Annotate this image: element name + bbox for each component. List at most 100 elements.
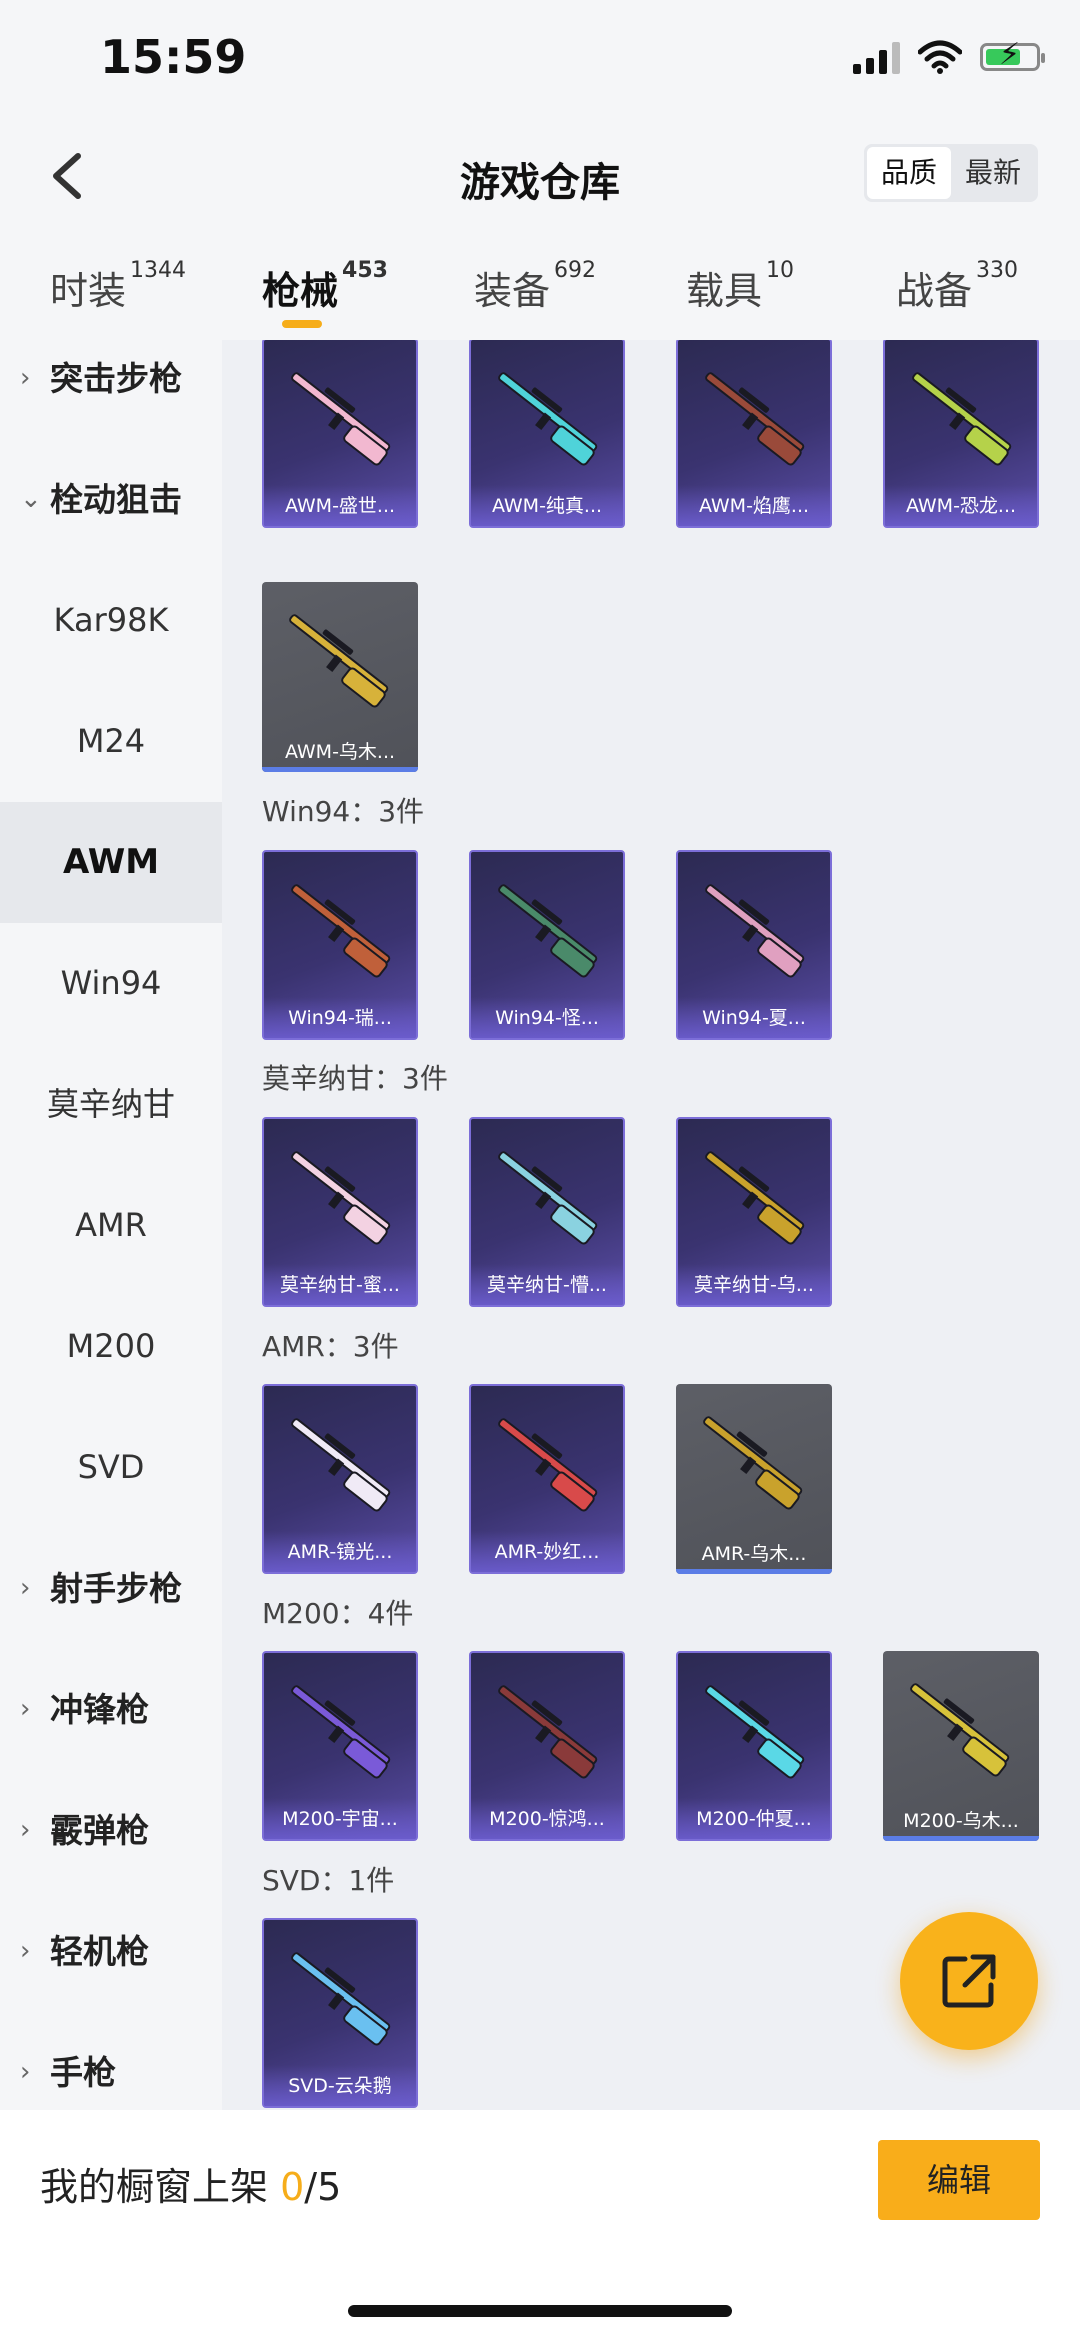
weapon-skin-card[interactable]: AWM-恐龙... [883, 340, 1039, 528]
section-title: M200：4件 [262, 1597, 414, 1630]
weapon-skin-card[interactable]: 莫辛纳甘-蜜... [262, 1117, 418, 1307]
sidebar-item[interactable]: M200 [0, 1286, 222, 1407]
sidebar-item[interactable]: 莫辛纳甘 [0, 1044, 222, 1165]
tab-equipment[interactable]: 装备 692 [474, 258, 596, 315]
weapon-skin-card[interactable]: AMR-乌木... [676, 1384, 832, 1574]
rifle-icon [910, 1683, 1010, 1777]
rifle-icon [291, 372, 391, 466]
weapon-skin-card[interactable]: 莫辛纳甘-懵... [469, 1117, 625, 1307]
weapon-skin-card[interactable]: AWM-乌木... [262, 582, 418, 772]
sort-by-newest-button[interactable]: 最新 [951, 147, 1035, 199]
weapon-skin-card[interactable]: Win94-夏... [676, 850, 832, 1040]
wifi-icon [918, 40, 962, 74]
weapon-skin-card[interactable]: Win94-瑞... [262, 850, 418, 1040]
sidebar-item[interactable]: › 冲锋枪 [0, 1649, 222, 1770]
rifle-icon [498, 1418, 598, 1512]
chevron-right-icon: › [20, 1573, 31, 1603]
tab-label: 时装 [50, 269, 127, 313]
weapon-skin-name: M200-仲夏... [678, 1798, 830, 1839]
sidebar-item-label: 射手步枪 [50, 1569, 182, 1608]
sidebar-item-label: 栓动狙击 [50, 480, 182, 519]
sidebar-item-label: 霰弹枪 [50, 1811, 149, 1850]
sidebar-item-label: 莫辛纳甘 [46, 1085, 175, 1123]
share-button[interactable] [900, 1912, 1038, 2050]
chevron-right-icon: › [20, 363, 31, 393]
tab-vehicles[interactable]: 载具 10 [686, 258, 794, 315]
active-tab-indicator [282, 320, 322, 328]
sidebar-item-label: SVD [77, 1448, 145, 1486]
tab-label: 枪械 [262, 269, 339, 313]
sidebar-item-label: Win94 [60, 964, 162, 1002]
sidebar-item[interactable]: › 突击步枪 [0, 340, 222, 439]
rarity-bar [676, 1569, 832, 1574]
weapon-skin-card[interactable]: M200-惊鸿... [469, 1651, 625, 1841]
app-header: 游戏仓库 品质 最新 [0, 120, 1080, 230]
weapon-skin-card[interactable]: Win94-怪... [469, 850, 625, 1040]
weapon-skin-card[interactable]: M200-仲夏... [676, 1651, 832, 1841]
chevron-down-icon: ⌄ [20, 484, 42, 514]
showcase-label: 我的橱窗上架 [40, 2165, 281, 2209]
battery-icon: ⚡ [980, 40, 1045, 71]
weapon-skin-card[interactable]: AWM-盛世... [262, 340, 418, 528]
cellular-signal-icon [853, 40, 900, 74]
section-title: Win94：3件 [262, 795, 425, 828]
sidebar-item[interactable]: SVD [0, 1407, 222, 1528]
weapon-skin-card[interactable]: SVD-云朵鹅 [262, 1918, 418, 2108]
rifle-icon [291, 1151, 391, 1245]
weapon-skin-card[interactable]: M200-宇宙... [262, 1651, 418, 1841]
edit-button[interactable]: 编辑 [878, 2140, 1040, 2220]
rifle-icon [498, 1685, 598, 1779]
tab-fashion[interactable]: 时装 1344 [50, 258, 186, 315]
weapon-skin-name: AMR-镜光... [264, 1531, 416, 1572]
rifle-icon [705, 1685, 805, 1779]
weapon-skin-grid: AWM-盛世... AWM-纯真... AWM-焰鹰... AWM-恐龙... AWM-… [222, 340, 1080, 2110]
weapon-skin-name: AWM-纯真... [471, 485, 623, 526]
status-time: 15:59 [100, 30, 247, 84]
weapon-skin-card[interactable]: M200-乌木... [883, 1651, 1039, 1841]
weapon-skin-name: AWM-乌木... [284, 741, 396, 763]
rifle-icon [291, 884, 391, 978]
chevron-right-icon: › [20, 1694, 31, 1724]
sidebar-item-label: Kar98K [53, 601, 169, 639]
sidebar-item[interactable]: Win94 [0, 923, 222, 1044]
tab-supplies[interactable]: 战备 330 [896, 258, 1018, 315]
weapon-skin-card[interactable]: AMR-镜光... [262, 1384, 418, 1574]
section-title: 莫辛纳甘：3件 [262, 1062, 448, 1095]
weapon-skin-name: Win94-怪... [471, 997, 623, 1038]
rifle-icon [498, 372, 598, 466]
rifle-icon [498, 1151, 598, 1245]
sidebar-item[interactable]: AMR [0, 1165, 222, 1286]
tab-label: 装备 [474, 269, 551, 313]
home-indicator [348, 2305, 732, 2317]
sidebar-item[interactable]: M24 [0, 681, 222, 802]
sidebar-item[interactable]: › 射手步枪 [0, 1528, 222, 1649]
sidebar-item[interactable]: Kar98K [0, 560, 222, 681]
tab-label: 载具 [686, 269, 763, 313]
weapon-skin-name: M200-乌木... [903, 1810, 1019, 1832]
weapon-skin-card[interactable]: AWM-纯真... [469, 340, 625, 528]
showcase-current-count: 0 [280, 2165, 305, 2209]
weapon-skin-name: AMR-乌木... [701, 1543, 807, 1565]
rifle-icon [912, 372, 1012, 466]
weapon-skin-card[interactable]: AWM-焰鹰... [676, 340, 832, 528]
weapon-skin-name: AWM-恐龙... [885, 485, 1037, 526]
weapon-skin-name: SVD-云朵鹅 [264, 2065, 416, 2106]
tab-guns[interactable]: 枪械 453 [262, 258, 388, 315]
sidebar-item-label: AMR [75, 1206, 147, 1244]
rarity-bar [883, 1836, 1039, 1841]
weapon-skin-name: AWM-盛世... [264, 485, 416, 526]
weapon-skin-name: AWM-焰鹰... [678, 485, 830, 526]
sidebar-item[interactable]: › 霰弹枪 [0, 1770, 222, 1891]
sidebar-item[interactable]: AWM [0, 802, 222, 923]
weapon-skin-card[interactable]: 莫辛纳甘-乌... [676, 1117, 832, 1307]
weapon-type-sidebar: › 突击步枪 ⌄ 栓动狙击 Kar98K M24 AWM Win94 莫辛纳甘 AMR M200 SV… [0, 340, 222, 2110]
sidebar-item-label: 轻机枪 [50, 1932, 149, 1971]
sidebar-item[interactable]: › 手枪 [0, 2012, 222, 2110]
showcase-status: 我的橱窗上架 0/5 [40, 2156, 341, 2211]
showcase-bar: 我的橱窗上架 0/5 编辑 [0, 2110, 1080, 2337]
sidebar-item[interactable]: › 轻机枪 [0, 1891, 222, 2012]
sidebar-item[interactable]: ⌄ 栓动狙击 [0, 439, 222, 560]
rifle-icon [291, 1952, 391, 2046]
sort-by-quality-button[interactable]: 品质 [866, 147, 951, 199]
weapon-skin-card[interactable]: AMR-妙红... [469, 1384, 625, 1574]
